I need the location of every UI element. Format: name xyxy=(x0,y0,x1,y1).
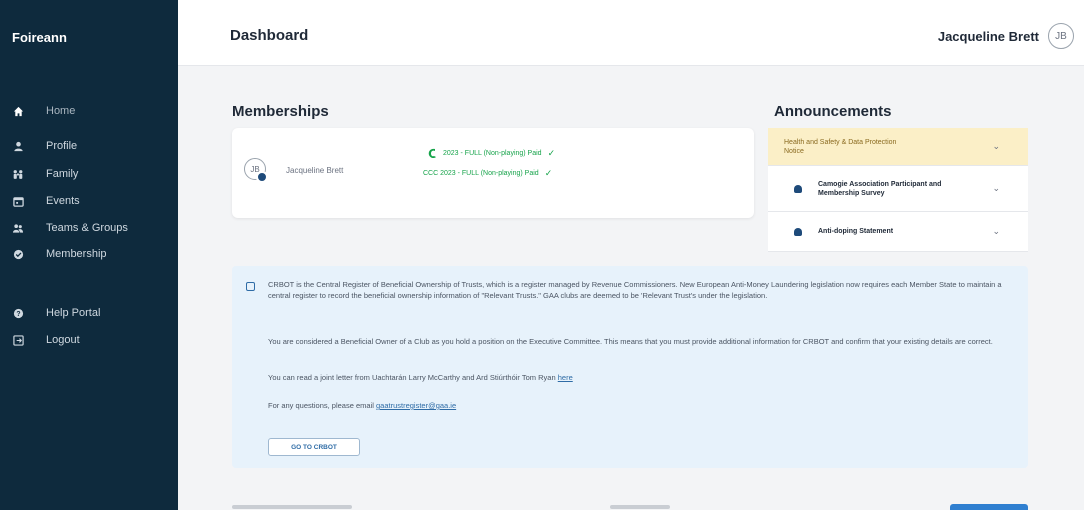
sidebar-item-label: Membership xyxy=(46,248,107,260)
announcement-item[interactable]: Anti-doping Statement ⌄ xyxy=(768,212,1028,252)
page-title: Dashboard xyxy=(230,27,309,44)
user-icon xyxy=(12,140,24,152)
membership-tag: CCC 2023 - FULL (Non-playing) Paid ✓ xyxy=(423,168,552,179)
membership-icon xyxy=(12,248,24,260)
announcement-title: Camogie Association Participant and Memb… xyxy=(818,180,942,197)
memberships-title: Memberships xyxy=(232,103,329,120)
go-to-crbot-button[interactable]: GO TO CRBOT xyxy=(268,438,360,456)
sidebar-item-label: Teams & Groups xyxy=(46,222,128,234)
check-icon: ✓ xyxy=(547,148,556,158)
sidebar-item-family[interactable]: Family xyxy=(0,162,178,186)
group-icon xyxy=(12,222,24,234)
member-name: Jacqueline Brett xyxy=(286,166,344,175)
membership-card[interactable]: JB Jacqueline Brett 2023 - FULL (Non-pla… xyxy=(232,128,754,218)
crbot-email-text: For any questions, please email xyxy=(268,401,376,410)
crbot-letter-text: You can read a joint letter from Uachtar… xyxy=(268,373,558,382)
brand-logo[interactable]: Foireann xyxy=(12,30,67,45)
sidebar-item-teams-groups[interactable]: Teams & Groups xyxy=(0,216,178,240)
camogie-logo-icon xyxy=(428,148,436,159)
sidebar-item-label: Help Portal xyxy=(46,307,101,319)
sidebar-item-membership[interactable]: Membership xyxy=(0,242,178,266)
top-bar: Dashboard Jacqueline Brett JB xyxy=(178,0,1084,66)
crbot-paragraph: You can read a joint letter from Uachtar… xyxy=(268,372,1016,383)
bell-icon xyxy=(794,227,802,236)
crbot-paragraph: CRBOT is the Central Register of Benefic… xyxy=(268,280,1002,300)
crbot-paragraph: You are considered a Beneficial Owner of… xyxy=(268,337,993,346)
announcement-item[interactable]: Health and Safety & Data Protection Noti… xyxy=(768,128,1028,166)
sidebar-item-label: Home xyxy=(46,105,76,117)
info-icon xyxy=(246,282,255,291)
email-link[interactable]: gaatrustregister@gaa.ie xyxy=(376,401,456,410)
chevron-down-icon: ⌄ xyxy=(992,183,1000,193)
announcements-panel: Health and Safety & Data Protection Noti… xyxy=(768,128,1028,252)
calendar-icon xyxy=(12,195,24,207)
announcement-item[interactable]: Camogie Association Participant and Memb… xyxy=(768,166,1028,212)
sidebar-item-profile[interactable]: Profile xyxy=(0,134,178,158)
sidebar-item-help-portal[interactable]: ? Help Portal xyxy=(0,301,178,325)
check-icon: ✓ xyxy=(544,168,553,178)
sidebar-item-events[interactable]: Events xyxy=(0,189,178,213)
announcement-title: Health and Safety & Data Protection Noti… xyxy=(784,138,897,155)
avatar[interactable]: JB xyxy=(1048,23,1074,49)
membership-tag: 2023 - FULL (Non-playing) Paid ✓ xyxy=(428,148,555,159)
help-icon: ? xyxy=(12,307,24,319)
chevron-down-icon: ⌄ xyxy=(992,141,1000,151)
family-icon xyxy=(12,168,24,180)
next-section-title xyxy=(232,505,352,509)
user-name[interactable]: Jacqueline Brett xyxy=(938,29,1039,44)
sidebar-item-label: Logout xyxy=(46,334,80,346)
letter-link[interactable]: here xyxy=(558,373,573,382)
sidebar-item-label: Events xyxy=(46,195,80,207)
next-section-button[interactable] xyxy=(950,504,1028,510)
avatar-badge-icon xyxy=(256,171,268,183)
home-icon xyxy=(12,105,24,117)
sidebar-item-label: Profile xyxy=(46,140,78,152)
sidebar-item-home[interactable]: Home xyxy=(0,99,178,123)
membership-tag-label: CCC 2023 - FULL (Non-playing) Paid xyxy=(423,170,539,177)
crbot-info-box: CRBOT is the Central Register of Benefic… xyxy=(232,266,1028,468)
crbot-paragraph: For any questions, please email gaatrust… xyxy=(268,400,1016,411)
sidebar: Foireann Home Profile Family Events Team… xyxy=(0,0,178,510)
chevron-down-icon: ⌄ xyxy=(992,226,1000,236)
logout-icon xyxy=(12,334,24,346)
announcement-title: Anti-doping Statement xyxy=(818,228,894,235)
sidebar-item-label: Family xyxy=(46,168,79,180)
membership-tag-label: 2023 - FULL (Non-playing) Paid xyxy=(443,150,542,157)
svg-text:?: ? xyxy=(16,310,20,317)
sidebar-item-logout[interactable]: Logout xyxy=(0,328,178,352)
next-section-title xyxy=(610,505,670,509)
announcements-title: Announcements xyxy=(774,103,892,120)
bell-icon xyxy=(794,184,802,193)
